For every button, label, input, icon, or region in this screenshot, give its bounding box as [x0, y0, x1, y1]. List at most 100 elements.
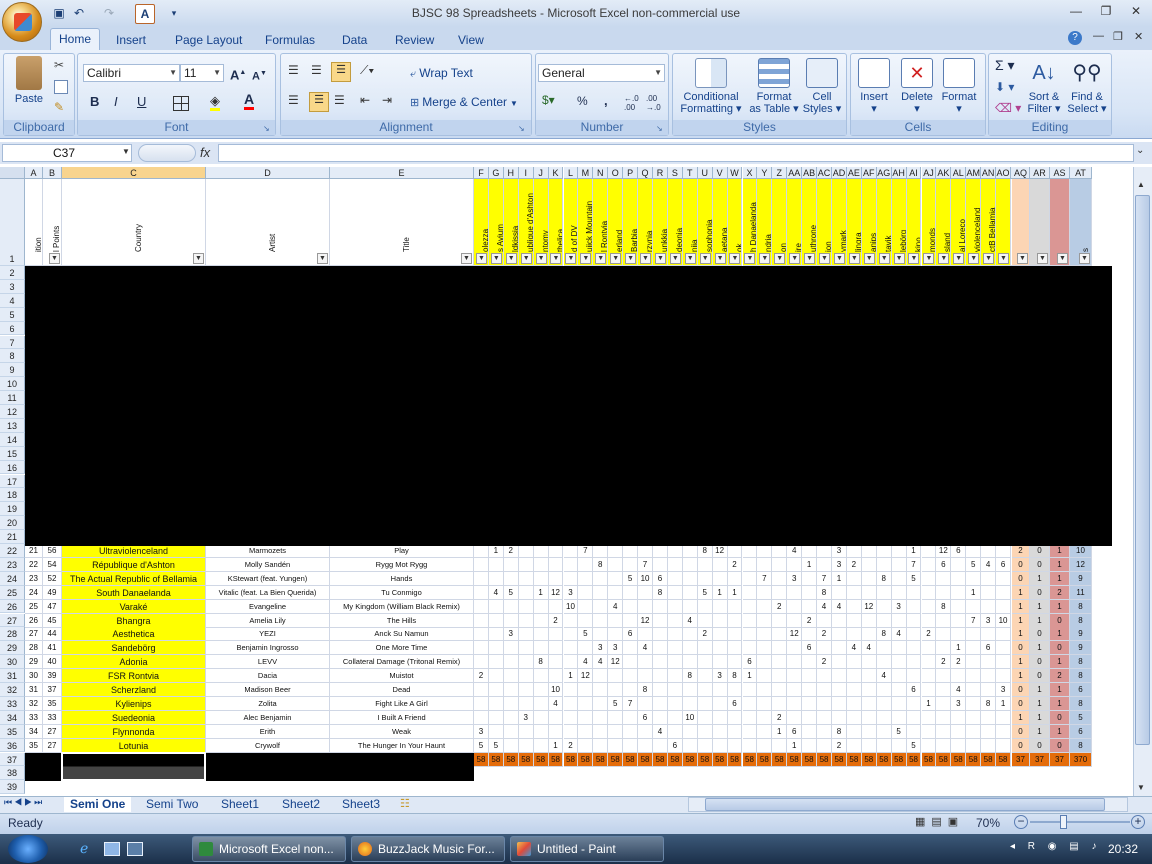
header-cell[interactable]: ldkissia ▼ [503, 179, 519, 266]
vote-cell[interactable] [697, 738, 713, 753]
vote-cell[interactable] [936, 641, 952, 656]
row-header[interactable]: 32 [0, 683, 25, 697]
cell-e[interactable]: The Hills [330, 613, 474, 628]
cell-e[interactable]: Muistot [330, 669, 474, 684]
summary-cell-as[interactable]: 1 [1050, 571, 1070, 586]
cell-c[interactable]: Bhangra [62, 613, 206, 628]
vote-cell[interactable] [608, 683, 624, 697]
vote-cell[interactable]: 2 [951, 655, 967, 670]
vote-cell[interactable] [638, 599, 653, 614]
vote-cell[interactable] [876, 710, 892, 725]
filter-dropdown-icon[interactable]: ▼ [1017, 253, 1028, 264]
column-header[interactable]: B [43, 167, 62, 179]
vote-cell[interactable] [921, 683, 937, 697]
vote-cell[interactable] [876, 585, 892, 600]
cell-e[interactable]: Play [330, 544, 474, 558]
vote-cell[interactable] [667, 544, 683, 558]
vote-cell[interactable] [533, 613, 549, 628]
vote-cell[interactable] [921, 544, 937, 558]
vote-cell[interactable] [533, 696, 549, 711]
vote-cell[interactable] [951, 571, 967, 586]
vote-cell[interactable]: 7 [906, 557, 922, 572]
header-cell[interactable]: violenceland ▼ [966, 179, 982, 266]
summary-cell-ar[interactable]: 1 [1030, 683, 1050, 697]
cell-e[interactable]: Anck Su Namun [330, 627, 474, 642]
summary-cell-as[interactable]: 1 [1050, 544, 1070, 558]
column-header[interactable]: E [330, 167, 474, 179]
row-header[interactable]: 31 [0, 669, 25, 683]
header-cell[interactable]: uthrone ▼ [802, 179, 818, 266]
vote-cell[interactable] [533, 557, 549, 572]
vote-cell[interactable]: 6 [787, 724, 803, 739]
vote-cell[interactable] [802, 544, 818, 558]
filter-dropdown-icon[interactable]: ▼ [535, 253, 547, 264]
tab-formulas[interactable]: Formulas [257, 30, 323, 50]
clear-icon[interactable]: ⌫ ▾ [995, 101, 1021, 115]
sheet-tab-semi-two[interactable]: Semi Two [140, 797, 204, 812]
vote-cell[interactable] [802, 627, 818, 642]
vote-cell[interactable] [772, 669, 788, 684]
vote-cell[interactable]: 3 [951, 696, 967, 711]
vote-cell[interactable] [861, 613, 877, 628]
vote-cell[interactable]: 3 [712, 669, 728, 684]
vote-cell[interactable] [533, 738, 549, 753]
vote-cell[interactable] [474, 585, 489, 600]
vote-cell[interactable] [802, 710, 818, 725]
cell-c[interactable]: Lotunia [62, 738, 206, 753]
vote-cell[interactable] [817, 738, 832, 753]
column-header[interactable]: AO [996, 167, 1011, 179]
vote-cell[interactable] [563, 557, 579, 572]
vote-cell[interactable] [578, 585, 594, 600]
vote-cell[interactable] [608, 557, 624, 572]
vote-cell[interactable] [623, 641, 639, 656]
summary-cell-as[interactable]: 2 [1050, 585, 1070, 600]
align-top-icon[interactable]: ☰ [288, 63, 299, 77]
vote-cell[interactable] [712, 599, 728, 614]
vote-cell[interactable]: 6 [802, 641, 818, 656]
vertical-scroll-thumb[interactable] [1135, 195, 1150, 745]
vote-cell[interactable] [488, 669, 504, 684]
vote-cell[interactable]: 8 [936, 599, 952, 614]
header-cell[interactable]: erland ▼ [608, 179, 624, 266]
vote-cell[interactable]: 7 [817, 571, 832, 586]
vote-cell[interactable] [667, 571, 683, 586]
vote-cell[interactable] [891, 655, 907, 670]
filter-dropdown-icon[interactable]: ▼ [1037, 253, 1048, 264]
vote-cell[interactable] [667, 669, 683, 684]
vote-cell[interactable] [846, 696, 862, 711]
vote-cell[interactable] [936, 627, 952, 642]
column-header[interactable]: X [742, 167, 758, 179]
summary-cell-aq[interactable]: 0 [1012, 738, 1030, 753]
fill-color-icon[interactable]: ◈ [210, 94, 220, 111]
filter-dropdown-icon[interactable]: ▼ [580, 253, 592, 264]
summary-cell-as[interactable]: 0 [1050, 613, 1070, 628]
vote-cell[interactable] [518, 627, 534, 642]
increase-decimal-icon[interactable]: ←.0.00 [624, 94, 639, 112]
vote-cell[interactable] [653, 738, 668, 753]
vote-cell[interactable] [966, 724, 982, 739]
vote-cell[interactable] [772, 571, 788, 586]
cell-a[interactable]: 32 [25, 696, 43, 711]
vote-cell[interactable] [966, 641, 982, 656]
vote-cell[interactable] [503, 710, 519, 725]
vote-cell[interactable] [757, 544, 773, 558]
header-cell[interactable]: ▼ [996, 179, 1011, 266]
summary-cell-ar[interactable]: 0 [1030, 655, 1050, 670]
vote-cell[interactable] [638, 655, 653, 670]
column-header[interactable]: L [563, 167, 579, 179]
vote-cell[interactable] [578, 710, 594, 725]
number-dialog-launcher-icon[interactable]: ↘ [656, 124, 663, 133]
vote-cell[interactable]: 12 [712, 544, 728, 558]
filter-dropdown-icon[interactable]: ▼ [550, 253, 562, 264]
tab-insert[interactable]: Insert [108, 30, 154, 50]
zoom-slider-thumb[interactable] [1060, 815, 1067, 829]
filter-dropdown-icon[interactable]: ▼ [774, 253, 786, 264]
vote-cell[interactable] [757, 738, 773, 753]
vote-cell[interactable] [667, 599, 683, 614]
cell-a[interactable]: 33 [25, 710, 43, 725]
vote-cell[interactable]: 6 [996, 557, 1011, 572]
summary-cell-ar[interactable]: 1 [1030, 696, 1050, 711]
vote-cell[interactable] [593, 724, 609, 739]
vote-cell[interactable]: 2 [727, 557, 743, 572]
paste-button[interactable]: Paste [8, 56, 50, 105]
